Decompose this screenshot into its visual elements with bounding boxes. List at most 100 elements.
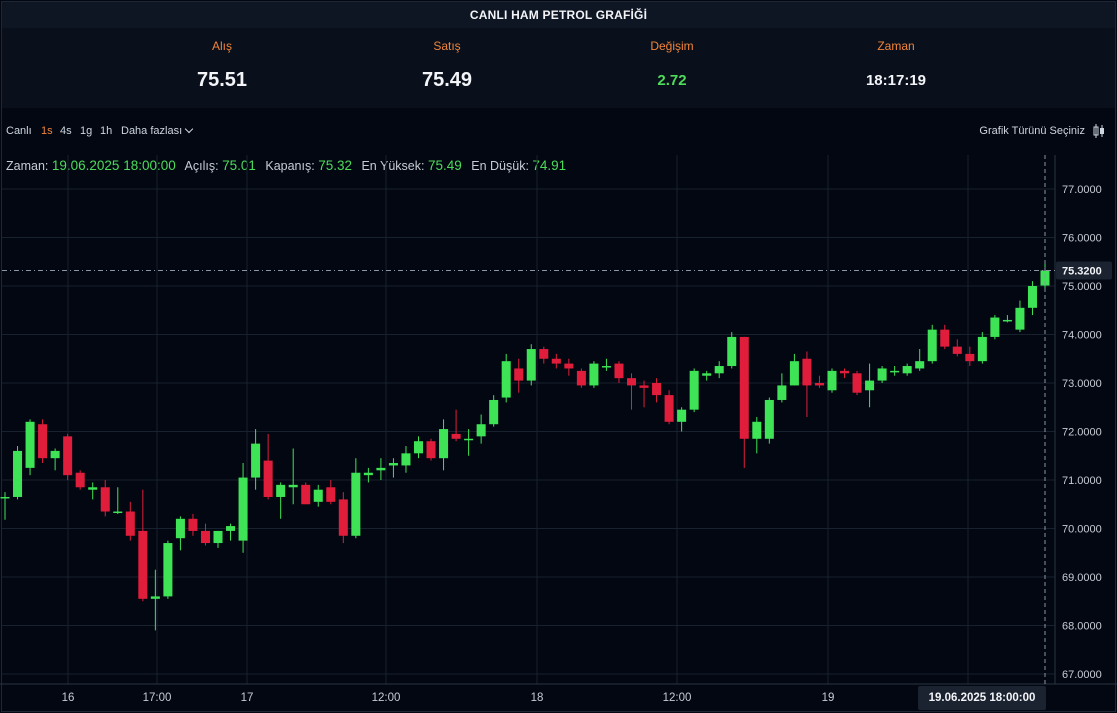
ask-value: 75.49 [421, 69, 473, 91]
candle-body [188, 518, 198, 531]
candle-body [990, 317, 1000, 337]
y-tick-label: 70.0000 [1062, 524, 1102, 536]
x-tick-label: 16 [62, 692, 75, 704]
change-label: Değişim [650, 39, 694, 53]
chart-type-selector[interactable]: Grafik Türünü Seçiniz [979, 125, 1085, 137]
candle-body [639, 385, 649, 388]
candle-body [677, 409, 687, 422]
candle-body [313, 489, 323, 502]
candle-body [689, 370, 699, 410]
interval-1g-button[interactable]: 1g [80, 125, 92, 137]
candle-body [865, 380, 875, 391]
candle-body [877, 368, 887, 381]
change-quote: Değişim 2.72 [562, 28, 782, 89]
candle-body [840, 370, 850, 374]
candle-body [626, 378, 637, 386]
crosshair-time-badge: 19.06.2025 18:00:00 [918, 686, 1046, 710]
time-label: Zaman [877, 39, 915, 53]
candle-body [413, 441, 424, 454]
candle-body [326, 487, 336, 502]
candle-body [1002, 319, 1012, 322]
interval-1s-button[interactable]: 1s [41, 125, 53, 137]
time-value: 18:17:19 [865, 72, 927, 89]
candle-body [789, 361, 799, 386]
candlestick-icon[interactable] [1092, 123, 1106, 139]
candle-body [902, 366, 912, 374]
more-intervals-dropdown[interactable]: Daha fazlası [121, 124, 194, 137]
candle-body [0, 496, 10, 499]
y-tick-label: 75.0000 [1062, 281, 1102, 293]
y-tick-label: 69.0000 [1062, 572, 1102, 584]
candle-body [739, 336, 749, 439]
candle-body [1015, 307, 1025, 330]
candle-body [451, 433, 461, 439]
candle-body [175, 518, 185, 539]
more-intervals-label: Daha fazlası [121, 125, 183, 137]
candle-body [564, 363, 574, 369]
y-tick-label: 72.0000 [1062, 427, 1102, 439]
candle-body [426, 441, 436, 459]
candle-body [125, 511, 135, 536]
y-tick-label: 71.0000 [1062, 475, 1102, 487]
candle-body [539, 349, 549, 359]
candle-body [388, 463, 398, 466]
interval-1h-button[interactable]: 1h [100, 125, 112, 137]
y-tick-label: 77.0000 [1062, 184, 1102, 196]
candle-body [927, 329, 937, 362]
candle-body [777, 385, 787, 400]
candle-body [614, 363, 624, 379]
candle-body [138, 530, 148, 599]
candle-body [363, 472, 373, 476]
candle-body [301, 484, 311, 505]
x-tick-label: 17:00 [143, 692, 172, 704]
bid-quote: Alış 75.51 [112, 28, 332, 92]
y-tick-label: 76.0000 [1062, 233, 1102, 245]
chart-toolbar: Canlı 1s 4s 1g 1h Daha fazlası Grafik Tü… [0, 121, 1117, 141]
candle-body [652, 383, 662, 396]
candle-body [338, 499, 348, 536]
bid-label: Alış [211, 39, 232, 53]
candle-body [200, 530, 210, 544]
candle-body [13, 450, 23, 497]
candle-body [727, 336, 737, 367]
widget-title: CANLI HAM PETROL GRAFİĞİ [2, 2, 1115, 28]
candle-body [489, 399, 499, 425]
price-chart[interactable]: 77.0000 76.0000 75.0000 74.0000 73.0000 72.00… [0, 150, 1117, 713]
candle-body [802, 358, 812, 386]
candle-body [589, 363, 599, 386]
candle-body [25, 421, 35, 468]
candle-body [576, 370, 586, 386]
candle-body [915, 361, 925, 369]
candle-body [526, 349, 536, 381]
candle-body [940, 329, 950, 347]
candle-body [63, 436, 73, 476]
candle-body [827, 370, 837, 391]
last-price-label: 75.3200 [1062, 265, 1102, 277]
x-tick-label: 12:00 [663, 692, 692, 704]
bid-value: 75.51 [196, 69, 248, 91]
x-tick-label: 19 [822, 692, 835, 704]
candle-body [752, 421, 762, 439]
candle-body [664, 395, 674, 422]
candle-body [439, 429, 449, 459]
candle-body [276, 484, 286, 497]
live-button[interactable]: Canlı [6, 125, 32, 137]
candle-body [163, 543, 173, 597]
candle-body [75, 472, 85, 488]
candle-body [952, 346, 962, 354]
candle-body [464, 438, 474, 441]
candle-body [213, 530, 223, 544]
candle-body [88, 487, 98, 490]
change-value: 2.72 [657, 72, 687, 89]
candle-body [38, 424, 48, 459]
interval-4s-button[interactable]: 4s [60, 125, 72, 137]
time-quote: Zaman 18:17:19 [786, 28, 1006, 89]
candle-body [113, 511, 123, 514]
candle-body [238, 477, 248, 541]
candle-body [288, 484, 298, 488]
ask-quote: Satış 75.49 [337, 28, 557, 92]
candle-body [764, 399, 774, 439]
candle-body [50, 450, 60, 459]
candle-body [263, 460, 273, 497]
candle-body [814, 383, 824, 386]
